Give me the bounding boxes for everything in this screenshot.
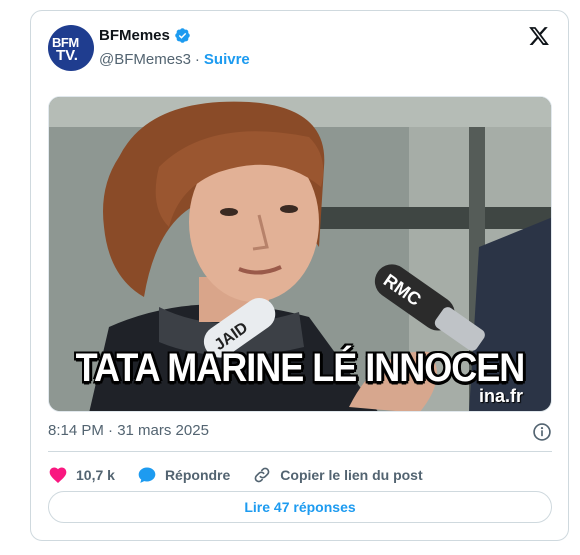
read-replies-button[interactable]: Lire 47 réponses <box>48 491 552 523</box>
post-timestamp[interactable]: 8:14 PM · 31 mars 2025 <box>48 422 209 439</box>
author-handle-row: @BFMemes3 · Suivre <box>99 51 250 68</box>
post-media-image[interactable]: RMC JAID TATA MARINE LÉ INNOCEN ina.fr <box>48 96 552 412</box>
author-handle[interactable]: @BFMemes3 <box>99 51 191 68</box>
link-icon <box>254 467 270 483</box>
copy-link-button[interactable]: Copier le lien du post <box>252 465 423 485</box>
divider <box>48 451 552 452</box>
follow-button[interactable]: Suivre <box>204 51 250 68</box>
author-display-name[interactable]: BFMemes <box>99 27 170 44</box>
verified-badge-icon <box>175 28 190 43</box>
media-watermark: ina.fr <box>478 386 523 406</box>
timestamp-row: 8:14 PM · 31 mars 2025 <box>48 422 552 442</box>
speech-bubble-icon <box>138 467 156 483</box>
avatar-text-line2: TV. <box>56 47 78 64</box>
like-button[interactable]: 10,7 k <box>48 465 115 485</box>
avatar[interactable]: BFM TV. <box>48 25 94 71</box>
copy-link-label: Copier le lien du post <box>280 467 423 483</box>
reply-label: Répondre <box>164 467 231 483</box>
x-logo-icon[interactable] <box>528 25 550 47</box>
separator-dot: · <box>194 51 200 68</box>
action-bar: 10,7 k Répondre Copier le lien du post <box>48 463 445 487</box>
meme-caption: TATA MARINE LÉ INNOCEN <box>75 344 526 390</box>
heart-icon <box>49 467 67 483</box>
info-icon[interactable] <box>532 422 552 442</box>
like-count: 10,7 k <box>76 467 115 483</box>
embedded-post-card: BFM TV. BFMemes @BFMemes3 · Suivre RMC J… <box>30 10 569 541</box>
author-name-row: BFMemes <box>99 27 191 44</box>
reply-button[interactable]: Répondre <box>137 465 230 485</box>
